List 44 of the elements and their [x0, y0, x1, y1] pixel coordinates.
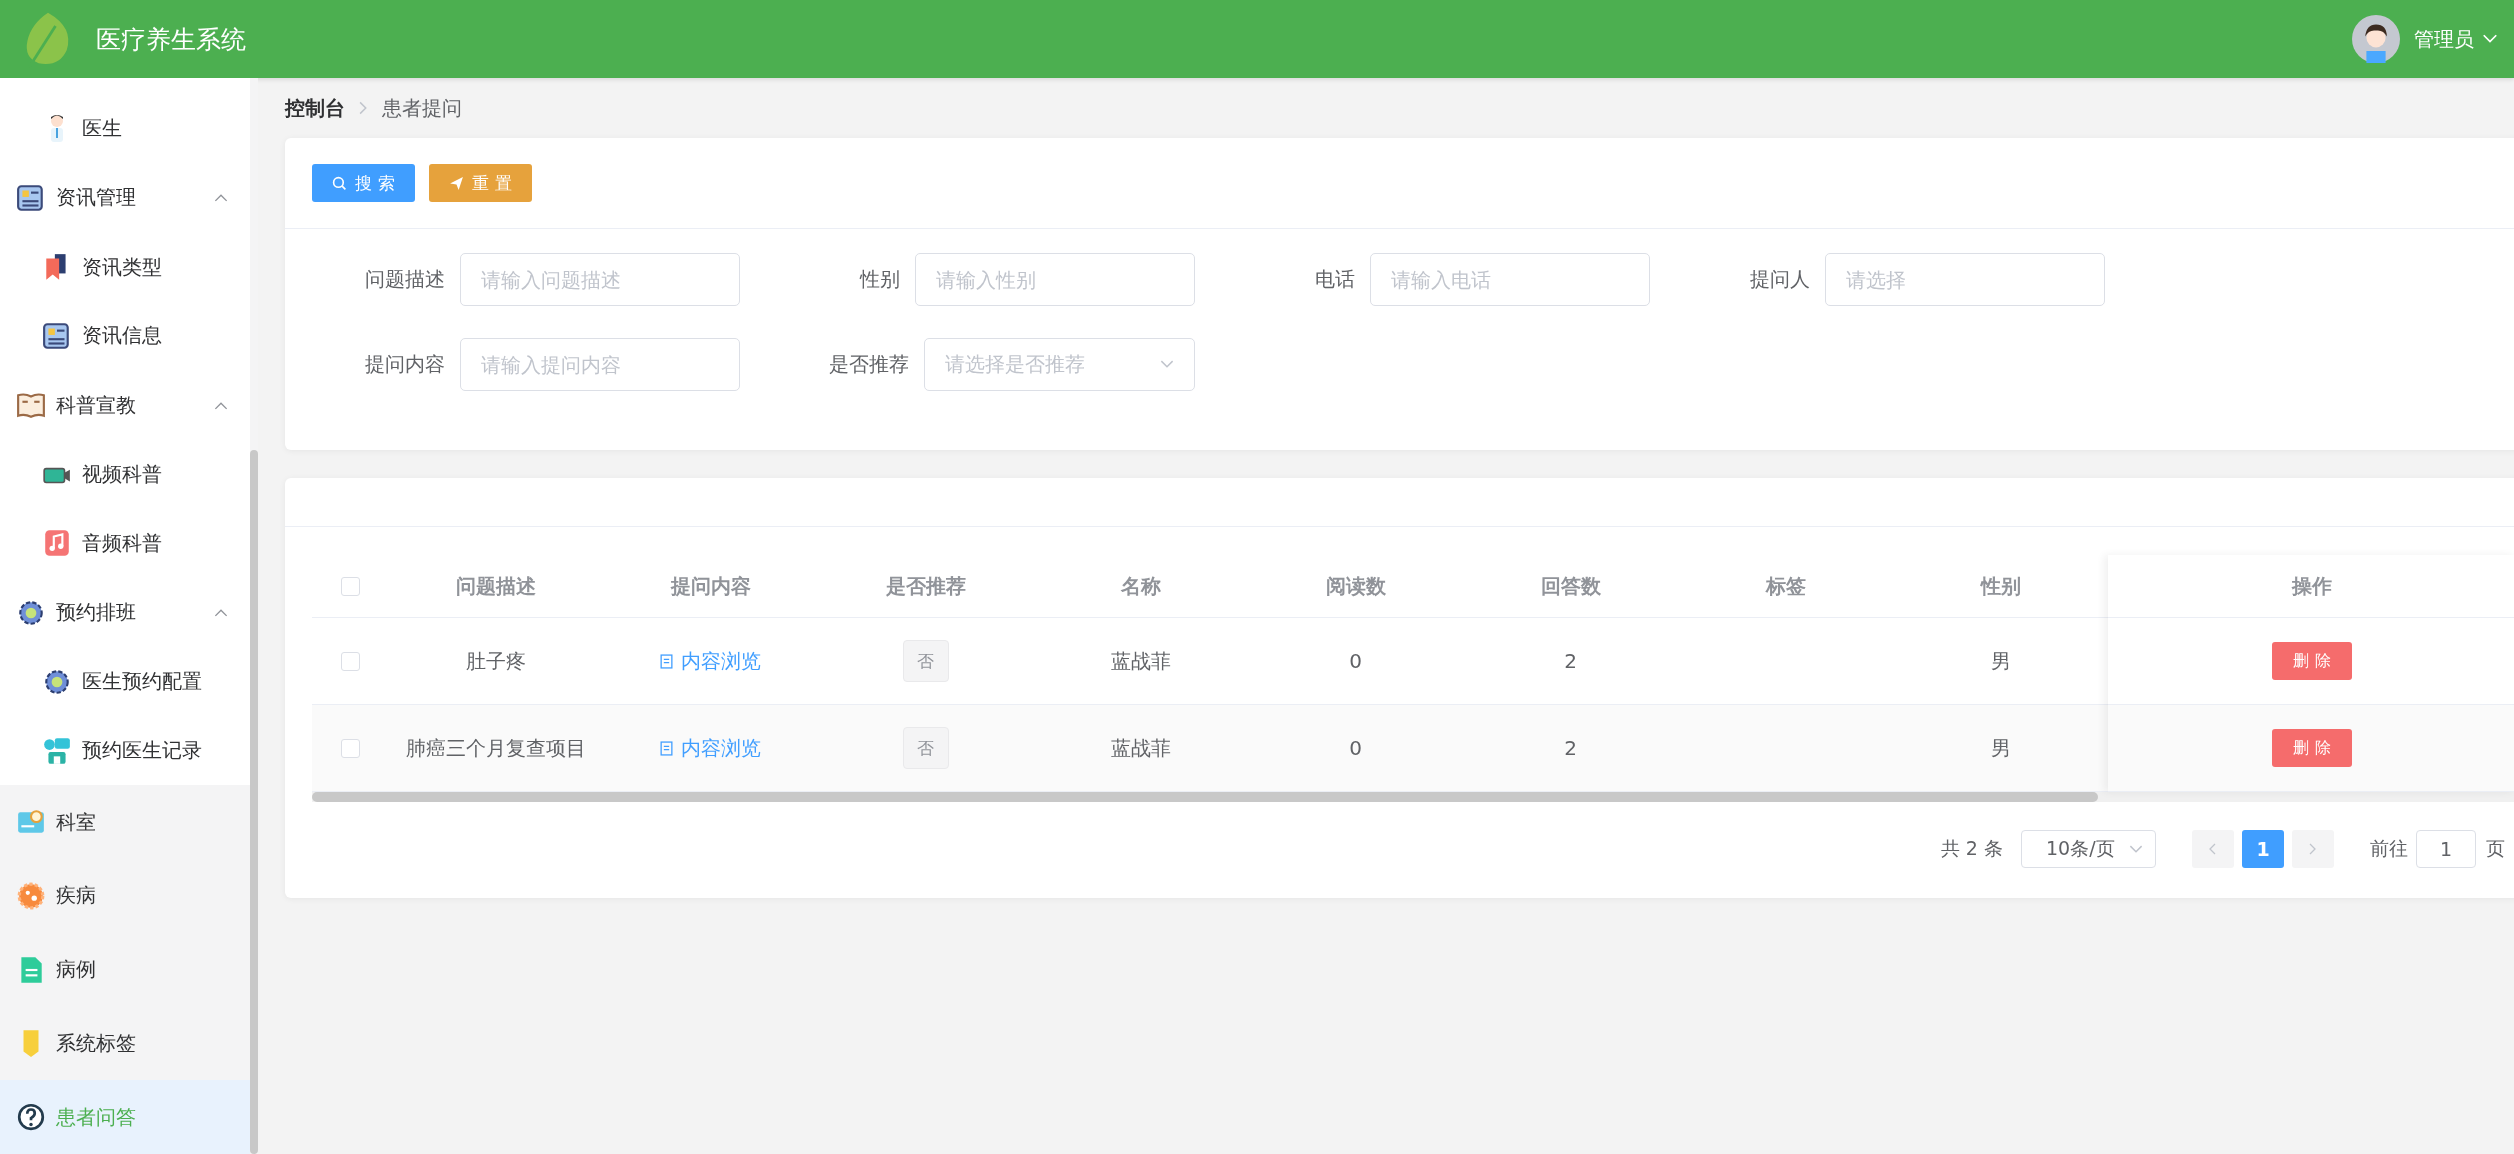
table-cell: 2 — [1564, 649, 1577, 673]
page-size-select[interactable]: 10条/页 — [2021, 830, 2156, 868]
menu-item[interactable]: 科室 — [0, 785, 250, 859]
input-field[interactable]: 请输入电话 — [1370, 253, 1650, 306]
column-header: 名称 — [1120, 572, 1161, 600]
column-header: 操作 — [2292, 572, 2332, 600]
table-cell: 0 — [1349, 736, 1362, 760]
menu-item[interactable]: 系统标签 — [0, 1006, 250, 1081]
column-header: 标签 — [1765, 572, 1806, 600]
page-input[interactable]: 1 — [2416, 830, 2476, 868]
table-cell: 蓝战菲 — [1110, 647, 1171, 675]
menu-item[interactable]: 病例 — [0, 932, 250, 1007]
table-cell: 男 — [1990, 734, 2011, 762]
table-cell: 男 — [1990, 647, 2011, 675]
column-header: 性别 — [1980, 572, 2021, 600]
field-label: 电话 — [1314, 266, 1356, 293]
goto-label: 前往 — [2370, 836, 2408, 861]
app-title: 医疗养生系统 — [96, 23, 246, 56]
table-cell: 2 — [1564, 736, 1577, 760]
table-cell: 蓝战菲 — [1110, 734, 1171, 762]
table-cell: 肺癌三个月复查项目 — [405, 734, 586, 762]
page-suffix: 页 — [2486, 836, 2505, 861]
column-header: 阅读数 — [1325, 572, 1386, 600]
column-header: 问题描述 — [455, 572, 536, 600]
table-cell: 0 — [1349, 649, 1362, 673]
table-cell: 肚子疼 — [465, 647, 526, 675]
field-label: 提问内容 — [364, 351, 446, 378]
column-header: 回答数 — [1540, 572, 1601, 600]
input-field[interactable]: 请输入性别 — [915, 253, 1195, 306]
status-tag: 否 — [902, 640, 949, 682]
field-label: 问题描述 — [364, 266, 446, 293]
menu-item[interactable]: 疾病 — [0, 859, 250, 933]
column-header: 是否推荐 — [885, 572, 966, 600]
input-field[interactable]: 请选择 — [1825, 253, 2105, 306]
field-label: 提问人 — [1749, 266, 1811, 293]
total-count: 共 2 条 — [1940, 836, 2003, 861]
field-label: 性别 — [858, 266, 901, 293]
status-tag: 否 — [902, 727, 949, 769]
column-header: 提问内容 — [670, 572, 751, 600]
field-label: 是否推荐 — [828, 351, 911, 378]
input-field[interactable]: 请输入提问内容 — [460, 338, 740, 391]
breadcrumb-item: 患者提问 — [382, 94, 462, 122]
input-field[interactable]: 请输入问题描述 — [460, 253, 740, 306]
breadcrumb-item[interactable]: 控制台 — [285, 94, 345, 122]
